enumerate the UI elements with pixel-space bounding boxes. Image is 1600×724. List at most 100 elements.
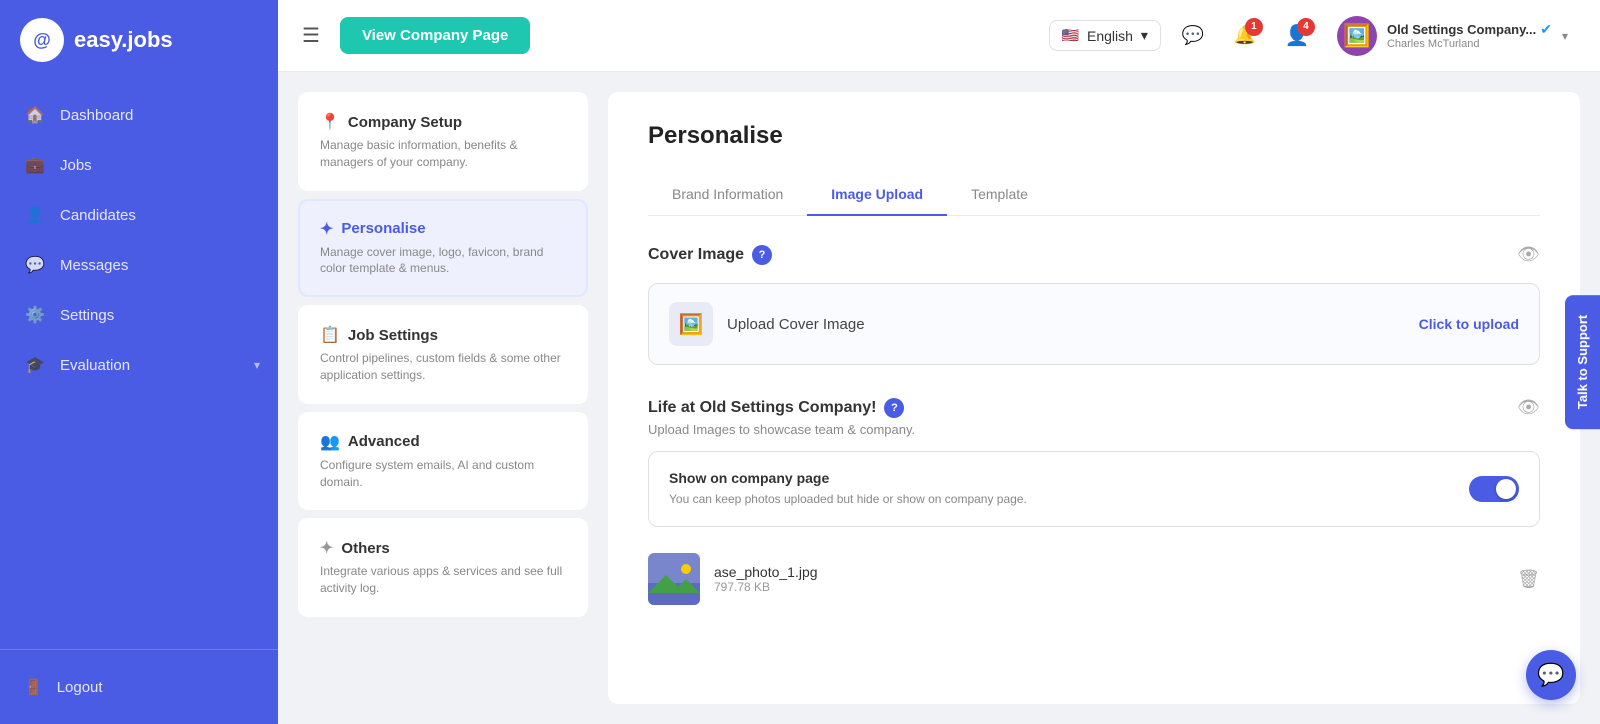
sidebar-item-label: Dashboard [60, 107, 133, 124]
company-setup-title: Company Setup [348, 114, 462, 131]
sidebar-item-evaluation[interactable]: 🎓 Evaluation ▾ [0, 340, 278, 390]
show-card-desc: You can keep photos uploaded but hide or… [669, 490, 1027, 508]
personalise-icon: ✦ [320, 219, 333, 239]
sidebar-item-jobs[interactable]: 💼 Jobs [0, 140, 278, 190]
view-company-button[interactable]: View Company Page [340, 17, 530, 54]
sidebar-item-messages[interactable]: 💬 Messages [0, 240, 278, 290]
upload-thumb-icon: 🖼️ [669, 302, 713, 346]
user-subtitle: Charles McTurland [1387, 38, 1552, 50]
left-panel: 📍 Company Setup Manage basic information… [298, 92, 588, 704]
chat-icon: 💬 [24, 254, 46, 276]
sidebar-item-label: Candidates [60, 207, 136, 224]
show-card-content: Show on company page You can keep photos… [669, 470, 1027, 508]
tab-brand-information[interactable]: Brand Information [648, 174, 807, 216]
upload-link[interactable]: Click to upload [1419, 316, 1519, 332]
others-desc: Integrate various apps & services and se… [320, 563, 566, 597]
messages-button[interactable]: 💬 [1173, 16, 1213, 56]
upload-label: Upload Cover Image [727, 316, 865, 333]
logout-item[interactable]: 🚪 Logout [0, 664, 278, 710]
cover-image-info-icon[interactable]: ? [752, 245, 772, 265]
sidebar: @ easy.jobs 🏠 Dashboard 💼 Jobs 👤 Candida… [0, 0, 278, 724]
cover-image-visibility-icon[interactable]: 👁 [1517, 244, 1540, 265]
user-icon: 👤 [24, 204, 46, 226]
sidebar-item-label: Messages [60, 257, 128, 274]
sidebar-item-candidates[interactable]: 👤 Candidates [0, 190, 278, 240]
cover-image-label: Cover Image [648, 246, 744, 264]
support-button[interactable]: Talk to Support [1565, 295, 1600, 429]
gear-icon: ⚙️ [24, 304, 46, 326]
left-card-others[interactable]: ✦ Others Integrate various apps & servic… [298, 518, 588, 617]
show-on-page-toggle[interactable] [1469, 476, 1519, 502]
photo-item: ase_photo_1.jpg 797.78 KB 🗑 [648, 541, 1540, 617]
avatar: 🖼️ [1337, 16, 1377, 56]
language-selector[interactable]: 🇺🇸 English ▾ [1049, 20, 1161, 51]
logout-label: Logout [57, 679, 103, 696]
message-icon: 💬 [1182, 25, 1204, 46]
photo-size: 797.78 KB [714, 580, 1503, 594]
flag-icon: 🇺🇸 [1062, 27, 1079, 44]
sidebar-item-settings[interactable]: ⚙️ Settings [0, 290, 278, 340]
main-area: ☰ View Company Page 🇺🇸 English ▾ 💬 🔔 1 👤… [278, 0, 1600, 724]
life-visibility-icon[interactable]: 👁 [1517, 397, 1540, 418]
tabs: Brand Information Image Upload Template [648, 174, 1540, 216]
logo-text: easy.jobs [74, 27, 173, 53]
sidebar-nav: 🏠 Dashboard 💼 Jobs 👤 Candidates 💬 Messag… [0, 80, 278, 649]
left-card-job-settings[interactable]: 📋 Job Settings Control pipelines, custom… [298, 305, 588, 404]
job-settings-icon: 📋 [320, 325, 340, 345]
life-title-label: Life at Old Settings Company! [648, 399, 876, 417]
show-card-header: Show on company page You can keep photos… [669, 470, 1519, 508]
cover-image-header: Cover Image ? 👁 [648, 244, 1540, 265]
sidebar-item-label: Settings [60, 307, 114, 324]
upload-left: 🖼️ Upload Cover Image [669, 302, 865, 346]
user-details: Old Settings Company... ✔ Charles McTurl… [1387, 21, 1552, 50]
life-title-row: Life at Old Settings Company! ? 👁 [648, 397, 1540, 418]
job-settings-desc: Control pipelines, custom fields & some … [320, 350, 566, 384]
advanced-icon: 👥 [320, 432, 340, 452]
job-settings-title: Job Settings [348, 327, 438, 344]
advanced-title: Advanced [348, 433, 420, 450]
right-panel: Personalise Brand Information Image Uplo… [608, 92, 1580, 704]
photo-thumbnail [648, 553, 700, 605]
life-info-icon[interactable]: ? [884, 398, 904, 418]
show-on-page-card: Show on company page You can keep photos… [648, 451, 1540, 527]
photo-name: ase_photo_1.jpg [714, 564, 1503, 580]
user-chevron-icon: ▾ [1562, 29, 1568, 43]
chevron-down-icon: ▾ [1141, 27, 1148, 44]
sidebar-item-dashboard[interactable]: 🏠 Dashboard [0, 90, 278, 140]
photo-delete-icon[interactable]: 🗑 [1517, 569, 1540, 590]
photo-info: ase_photo_1.jpg 797.78 KB [714, 564, 1503, 594]
left-card-company-setup[interactable]: 📍 Company Setup Manage basic information… [298, 92, 588, 191]
life-section-title: Life at Old Settings Company! ? [648, 398, 904, 418]
graduation-icon: 🎓 [24, 354, 46, 376]
alert-badge: 4 [1297, 18, 1315, 36]
alerts-button[interactable]: 👤 4 [1277, 16, 1317, 56]
user-menu[interactable]: 🖼️ Old Settings Company... ✔ Charles McT… [1329, 12, 1576, 60]
chat-bubble-button[interactable]: 💬 [1526, 650, 1576, 700]
tab-template[interactable]: Template [947, 174, 1052, 216]
personalise-title: Personalise [341, 220, 425, 237]
logo-icon: @ [20, 18, 64, 62]
others-icon: ✦ [320, 538, 333, 558]
company-setup-desc: Manage basic information, benefits & man… [320, 137, 566, 171]
cover-image-upload-box[interactable]: 🖼️ Upload Cover Image Click to upload [648, 283, 1540, 365]
sidebar-item-label: Jobs [60, 157, 92, 174]
notification-badge: 1 [1245, 18, 1263, 36]
chevron-down-icon: ▾ [254, 358, 260, 372]
left-card-advanced[interactable]: 👥 Advanced Configure system emails, AI a… [298, 412, 588, 511]
left-card-personalise[interactable]: ✦ Personalise Manage cover image, logo, … [298, 199, 588, 298]
show-card-title: Show on company page [669, 470, 1027, 486]
notifications-button[interactable]: 🔔 1 [1225, 16, 1265, 56]
personalise-desc: Manage cover image, logo, favicon, brand… [320, 244, 566, 278]
advanced-desc: Configure system emails, AI and custom d… [320, 457, 566, 491]
company-setup-icon: 📍 [320, 112, 340, 132]
header: ☰ View Company Page 🇺🇸 English ▾ 💬 🔔 1 👤… [278, 0, 1600, 72]
verified-icon: ✔ [1540, 21, 1552, 38]
life-subtitle: Upload Images to showcase team & company… [648, 422, 1540, 437]
life-section: Life at Old Settings Company! ? 👁 Upload… [648, 397, 1540, 617]
cover-image-title: Cover Image ? [648, 245, 772, 265]
others-title: Others [341, 540, 389, 557]
hamburger-icon[interactable]: ☰ [302, 23, 320, 48]
page-title: Personalise [648, 122, 1540, 150]
tab-image-upload[interactable]: Image Upload [807, 174, 947, 216]
logout-icon: 🚪 [24, 678, 43, 696]
